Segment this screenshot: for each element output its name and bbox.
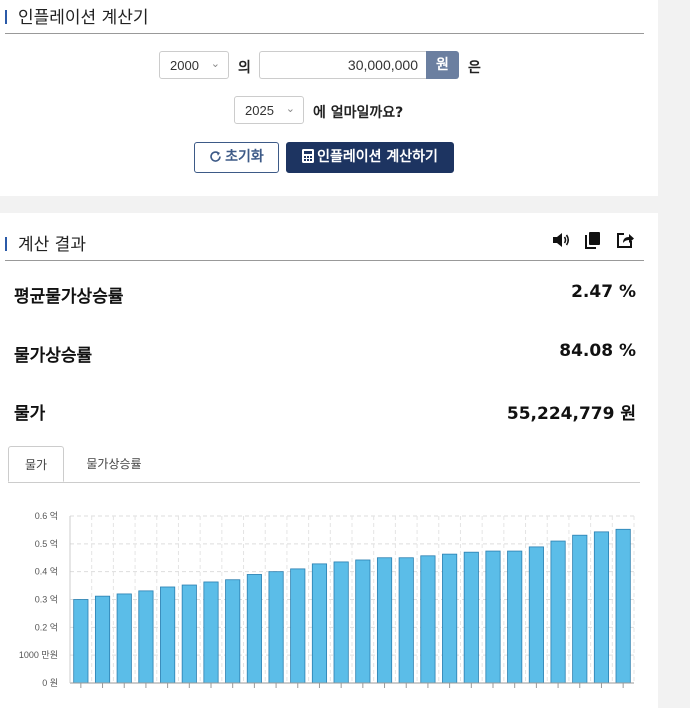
result-header: 계산 결과 [5, 227, 644, 261]
particle-topic: 은 [468, 60, 481, 76]
inflation-rate-value: 84.08 % [559, 341, 636, 361]
average-inflation-label: 평균물가상승률 [14, 287, 124, 307]
chart-bar [593, 531, 610, 684]
calculator-icon [302, 149, 315, 163]
chart-bar [528, 546, 544, 684]
chart-bar [507, 550, 523, 684]
chart-bar [572, 534, 588, 684]
chart-bar [290, 568, 306, 684]
y-tick-label: 0.6 억 [35, 510, 58, 521]
y-tick-label: 0.5 억 [35, 538, 58, 549]
speaker-icon[interactable] [551, 230, 571, 250]
chart-bar [420, 555, 436, 684]
chart-bar [73, 599, 89, 684]
inflation-rate-label: 물가상승률 [14, 346, 93, 366]
amount-value: 30,000,000 [347, 57, 418, 73]
chart-bar [463, 551, 479, 684]
chart-bar [376, 557, 393, 684]
price-value: 55,224,779 원 [506, 404, 636, 424]
y-tick-label: 0.4 억 [35, 566, 58, 577]
chart-bar [311, 563, 328, 684]
chart-bar [116, 593, 132, 684]
average-inflation-value: 2.47 % [571, 282, 636, 302]
refresh-icon [210, 151, 221, 162]
header-accent-bar [5, 237, 7, 251]
chart-bar [246, 574, 262, 684]
calculate-button[interactable]: 인플레이션 계산하기 [286, 142, 454, 173]
chevron-down-icon: ⌄ [210, 58, 220, 70]
chart-bar [485, 550, 501, 684]
chart-bar [550, 540, 566, 684]
calculator-panel: 인플레이션 계산기 2000 ⌄ 의 30,000,000 원 은 2025 ⌄… [0, 0, 658, 196]
chart-bar [442, 553, 458, 684]
price-label: 물가 [14, 404, 46, 424]
chart-bar [268, 571, 284, 684]
amount-input[interactable]: 30,000,000 [259, 51, 426, 79]
calculator-header: 인플레이션 계산기 [5, 0, 644, 34]
copy-icon[interactable] [583, 230, 603, 250]
chart-bar [355, 559, 371, 684]
share-icon[interactable] [615, 230, 635, 250]
chart-bar [160, 586, 176, 684]
reset-label: 초기화 [225, 149, 264, 165]
result-title: 계산 결과 [18, 235, 86, 255]
chevron-down-icon: ⌄ [285, 103, 295, 115]
from-year-value: 2000 [170, 58, 199, 73]
chart-bar [138, 590, 154, 684]
y-tick-label: 0.2 억 [35, 621, 58, 632]
price-bar-chart: 0 원 1000 만원 0.2 억 0.3 억 0.4 억 0.5 억 0.6 억 [19, 510, 635, 688]
to-year-select[interactable]: 2025 ⌄ [234, 96, 304, 124]
reset-button[interactable]: 초기화 [194, 142, 279, 173]
y-tick-label: 0.3 억 [35, 594, 58, 605]
y-tick-label: 0 원 [42, 678, 58, 688]
chart-bar [225, 579, 241, 684]
chart-bar [181, 584, 197, 684]
chart-bar [203, 581, 219, 684]
calculate-label: 인플레이션 계산하기 [317, 149, 438, 165]
chart-bar [398, 557, 414, 684]
chart-tabs: 물가 물가상승률 [8, 446, 640, 483]
particle-of: 의 [238, 60, 251, 76]
tab-price[interactable]: 물가 [8, 446, 64, 482]
to-year-value: 2025 [245, 103, 274, 118]
tab-inflation-rate[interactable]: 물가상승률 [74, 446, 154, 482]
chart-bar [94, 595, 111, 684]
currency-addon: 원 [426, 51, 459, 79]
question-label: 에 얼마일까요? [313, 105, 404, 121]
y-tick-label: 1000 만원 [19, 650, 58, 660]
from-year-select[interactable]: 2000 ⌄ [159, 51, 229, 79]
calculator-title: 인플레이션 계산기 [18, 8, 149, 28]
chart-bar [615, 528, 631, 684]
header-accent-bar [5, 10, 7, 24]
chart-bar [333, 561, 349, 684]
